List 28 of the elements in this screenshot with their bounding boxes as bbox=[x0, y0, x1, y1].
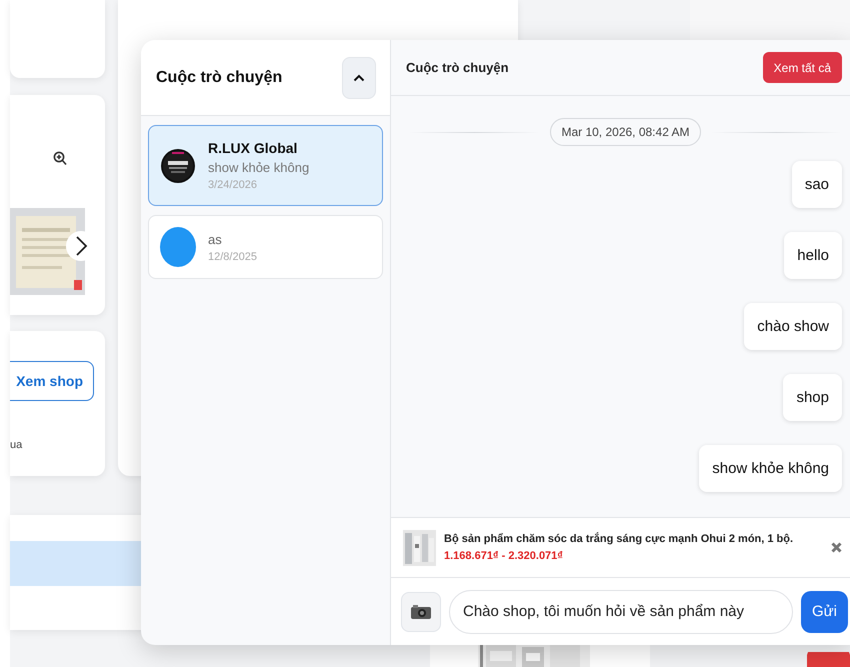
caption-text: ua bbox=[10, 439, 22, 451]
conversation-item[interactable]: R.LUX Global show khỏe không 3/24/2026 bbox=[148, 125, 383, 206]
send-button[interactable]: Gửi bbox=[800, 590, 848, 632]
message-bubble: sao bbox=[792, 161, 842, 208]
chevron-up-icon bbox=[353, 74, 365, 82]
view-all-button[interactable]: Xem tất cả bbox=[762, 52, 842, 83]
conversation-item[interactable]: as 12/8/2025 bbox=[148, 215, 383, 279]
date-chip: Mar 10, 2026, 08:42 AM bbox=[550, 118, 701, 146]
camera-button[interactable] bbox=[401, 592, 441, 632]
close-icon[interactable] bbox=[831, 542, 842, 553]
sidebar-title: Cuộc trò chuyện bbox=[156, 68, 282, 86]
last-message: show khỏe không bbox=[208, 160, 310, 175]
message-bubble: chào show bbox=[744, 303, 842, 350]
conversation-name: R.LUX Global bbox=[208, 140, 298, 156]
product-title: Bộ sản phẩm chăm sóc da trắng sáng cực mạnh Ohui 2 món, 1 bộ. bbox=[444, 533, 794, 545]
conversation-name: as bbox=[208, 232, 223, 246]
product-price: 1.168.671₫ - 2.320.071₫ bbox=[444, 550, 564, 562]
view-shop-button[interactable]: Xem shop bbox=[10, 361, 94, 401]
camera-icon bbox=[411, 604, 431, 618]
conversation-date: 3/24/2026 bbox=[208, 179, 258, 191]
message-bubble: shop bbox=[783, 374, 842, 421]
message-bubble: hello bbox=[784, 232, 842, 279]
avatar-circle bbox=[160, 227, 196, 267]
chat-header-title: Cuộc trò chuyện bbox=[406, 60, 509, 75]
message-bubble: show khỏe không bbox=[699, 445, 842, 492]
message-input-field[interactable]: Chào shop, tôi muốn hỏi về sản phẩm này bbox=[449, 590, 793, 634]
zoom-in-icon[interactable] bbox=[53, 151, 67, 166]
conversation-date: 12/8/2025 bbox=[208, 250, 257, 262]
